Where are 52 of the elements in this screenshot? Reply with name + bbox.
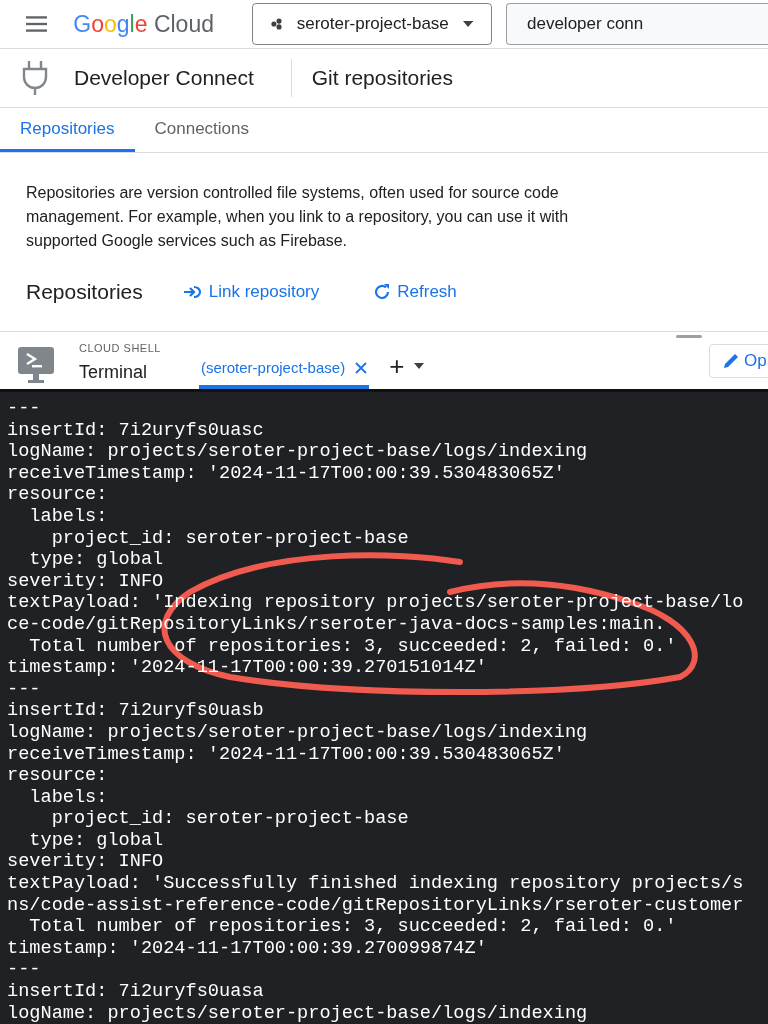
tab[interactable]: Connections xyxy=(134,108,269,152)
terminal-line: logName: projects/seroter-project-base/logs/indexing xyxy=(7,721,589,744)
terminal-line: resource: xyxy=(7,484,109,506)
caret-icon xyxy=(462,20,473,28)
terminal-line: labels: xyxy=(28,786,109,809)
terminal-line: receiveTimestamp: '2024-11-17T00:00:39.530483065Z' xyxy=(7,743,566,766)
refresh-icon xyxy=(373,283,392,301)
terminal-line: severity: INFO xyxy=(7,851,165,874)
terminal-line: type: global xyxy=(28,829,165,852)
terminal-line: insertId: 7i2uryfs0uasa xyxy=(7,981,265,1003)
terminal-line: type: global xyxy=(28,549,165,571)
terminal-line: logName: projects/seroter-project-base/logs/indexing xyxy=(7,441,589,463)
tab[interactable]: Repositories xyxy=(0,108,135,152)
page-title: Git repositories xyxy=(311,66,453,90)
project-picker[interactable]: seroter-project-base xyxy=(252,3,492,45)
terminal[interactable] xyxy=(0,389,768,1024)
terminal-line: Total number of repositories: 3, succeeded: 2, failed: 0.' xyxy=(28,916,678,938)
terminal-line: receiveTimestamp: '2024-11-17T00:00:39.530483065Z' xyxy=(7,462,566,485)
terminal-title: Terminal xyxy=(79,362,149,383)
terminal-line: labels: xyxy=(28,505,109,528)
terminal-line: resource: xyxy=(7,765,109,787)
terminal-line: --- xyxy=(7,398,42,420)
terminal-line: textPayload: 'Successfully finished indexing repository projects/s xyxy=(7,873,745,895)
caret-icon[interactable] xyxy=(414,362,425,369)
terminal-line: Total number of repositories: 3, succeeded: 2, failed: 0.' xyxy=(28,635,678,658)
close-icon[interactable] xyxy=(355,361,368,374)
terminal-icon xyxy=(18,346,54,385)
refresh-button[interactable]: Refresh xyxy=(373,282,457,302)
plug-icon xyxy=(22,61,48,95)
product-title: Developer Connect xyxy=(74,66,254,90)
section-title: Repositories xyxy=(26,280,143,304)
cloud-shell-label: CLOUD SHELL xyxy=(79,342,161,354)
resize-handle[interactable] xyxy=(676,335,702,338)
terminal-line: timestamp: '2024-11-17T00:00:39.270099874Z' xyxy=(7,937,488,960)
menu-icon[interactable] xyxy=(26,16,48,32)
search-field[interactable]: developer conn xyxy=(506,3,768,45)
terminal-line: logName: projects/seroter-project-base/logs/indexing xyxy=(7,1002,589,1024)
pencil-icon xyxy=(722,352,740,370)
terminal-line: --- xyxy=(7,678,42,701)
terminal-line: ns/code-assist-reference-code/gitRepositoryLinks/rseroter-customer xyxy=(7,894,745,917)
terminal-line: --- xyxy=(7,959,42,982)
add-tab-button[interactable]: + xyxy=(389,351,405,382)
description: Repositories are version controlled file systems, often used for source code management. For example, when you link to a repository, you can use it with supported Google services such as Firebase. xyxy=(26,183,570,251)
terminal-line: severity: INFO xyxy=(7,570,165,593)
link-icon xyxy=(182,285,203,299)
logo[interactable]: Google Cloud xyxy=(73,10,214,38)
terminal-line: insertId: 7i2uryfs0uasc xyxy=(7,419,265,442)
terminal-line: project_id: seroter-project-base xyxy=(50,808,410,830)
link-repository-button[interactable]: Link repository xyxy=(182,282,320,302)
terminal-line: insertId: 7i2uryfs0uasb xyxy=(7,700,265,722)
open-editor-button[interactable]: Op xyxy=(709,344,768,378)
terminal-line: project_id: seroter-project-base xyxy=(50,527,410,550)
